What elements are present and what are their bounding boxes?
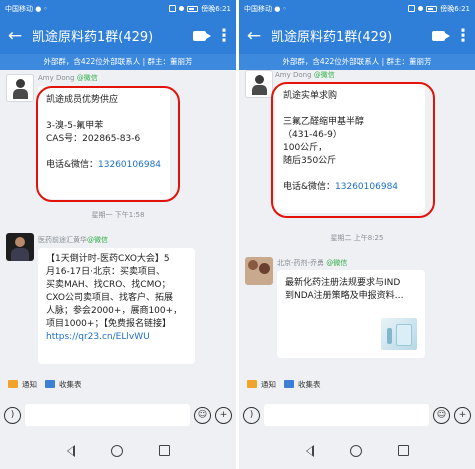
chat-toolbar: ← 凯途原料药1群(429) ⋮ [239, 17, 475, 54]
contact-line: 电话&微信：13260106984 [283, 182, 399, 192]
emoji-icon[interactable]: ☺ [433, 406, 450, 424]
nav-home-icon[interactable] [110, 444, 123, 457]
group-info-bar[interactable]: 外部群，含422位外部联系人 | 群主：董丽芳 [0, 54, 236, 70]
message-line: 三氟乙醛缩甲基半醇 [283, 117, 365, 127]
message-line: CAS号：202865-83-6 [46, 134, 141, 144]
message-bubble[interactable]: 【1天倒计时-医药CXO大会】5 月16-17日·北京：买卖项目、 买卖MAH、… [38, 248, 195, 364]
wifi-icon [179, 6, 185, 11]
time-separator: 星期二 上午8:25 [330, 234, 384, 242]
back-arrow-icon[interactable]: ← [0, 17, 30, 54]
voice-icon[interactable]: ) [243, 406, 260, 424]
nav-recents-icon[interactable] [158, 445, 170, 456]
screenshot-icon [169, 5, 177, 12]
phone-link[interactable]: 13260106984 [98, 160, 161, 170]
message-line: 100公斤， [283, 143, 328, 153]
message-line: 月16-17日·北京：买卖项目、 [46, 267, 166, 277]
video-call-icon[interactable] [186, 17, 212, 54]
card-title: 最新化药注册法规要求与IND 到NDA注册策略及申报资料… [285, 278, 404, 301]
chat-toolbar: ← 凯途原料药1群(429) ⋮ [0, 17, 236, 54]
input-bar: ) ☺ + [239, 400, 475, 430]
right-chat-screen: 中国移动 ● ◦ 傍晚6:21 ← 凯途原料药1群(429) ⋮ 外部群，含42… [239, 0, 475, 469]
message-line: 凯途实单求购 [283, 91, 338, 101]
status-bar: 中国移动 ● ◦ 傍晚6:21 [0, 0, 236, 17]
phone-link[interactable]: 13260106984 [335, 182, 398, 192]
nav-recents-icon[interactable] [397, 445, 409, 456]
message-line: 项目1000+；【免费报名链接】 [46, 319, 171, 329]
more-options-icon[interactable]: ⋮ [212, 17, 236, 54]
battery-icon [187, 5, 199, 12]
nav-back-icon[interactable] [66, 444, 75, 457]
nav-home-icon[interactable] [349, 444, 362, 457]
link-card[interactable]: 最新化药注册法规要求与IND 到NDA注册策略及申报资料… [277, 270, 425, 358]
wifi-icon [418, 6, 424, 11]
message-line: 凯途成员优势供应 [46, 95, 119, 105]
carrier-label: 中国移动 ● ◦ [5, 4, 48, 13]
system-nav-bar [239, 432, 475, 469]
battery-icon [426, 5, 438, 12]
form-icon [45, 380, 55, 388]
quick-actions-bar: 通知 收集表 [239, 373, 475, 395]
plus-icon[interactable]: + [454, 406, 471, 424]
message-input[interactable] [264, 404, 429, 426]
collect-form-button[interactable]: 收集表 [45, 379, 82, 390]
group-info-bar[interactable]: 外部群，含422位外部联系人 | 群主：董丽芳 [239, 54, 475, 70]
quick-actions-bar: 通知 收集表 [0, 373, 236, 395]
message-line: CXO公司卖项目、找客户、拓展 [46, 293, 173, 303]
message-line: （431-46-9） [283, 130, 342, 140]
sender-avatar[interactable] [6, 74, 34, 102]
sender-avatar[interactable] [245, 257, 273, 285]
status-bar: 中国移动 ● ◦ 傍晚6:21 [239, 0, 475, 17]
notice-button[interactable]: 通知 [8, 379, 37, 390]
voice-icon[interactable]: ) [4, 406, 21, 424]
group-title: 凯途原料药1群(429) [271, 30, 393, 45]
sender-avatar[interactable] [6, 233, 34, 261]
card-thumbnail [381, 318, 417, 350]
sender-name: Amy Dong @微信 [38, 74, 98, 82]
emoji-icon[interactable]: ☺ [194, 406, 211, 424]
plus-icon[interactable]: + [215, 406, 232, 424]
group-title: 凯途原料药1群(429) [32, 30, 154, 45]
more-options-icon[interactable]: ⋮ [451, 17, 475, 54]
left-chat-screen: 中国移动 ● ◦ 傍晚6:21 ← 凯途原料药1群(429) ⋮ 外部群，含42… [0, 0, 236, 469]
input-bar: ) ☺ + [0, 400, 236, 430]
carrier-label: 中国移动 ● ◦ [244, 4, 287, 13]
notice-button[interactable]: 通知 [247, 379, 276, 390]
clock-label: 傍晚6:21 [201, 4, 231, 13]
contact-line: 电话&微信：13260106984 [46, 160, 162, 170]
message-line: 【1天倒计时-医药CXO大会】5 [46, 254, 170, 264]
form-icon [284, 380, 294, 388]
speaker-icon [247, 380, 257, 388]
back-arrow-icon[interactable]: ← [239, 17, 269, 54]
sender-name: Amy Dong @微信 [275, 71, 335, 79]
message-line: 人脉；参会2000+，展商100+， [46, 306, 183, 316]
sender-name: 医药前途汇黄华@微信 [38, 236, 108, 244]
screenshot-icon [408, 5, 416, 12]
message-line: 随后350公斤 [283, 156, 337, 166]
sender-name: 北京-药剂-乔勇 @微信 [277, 259, 348, 267]
sender-avatar[interactable] [245, 70, 273, 98]
system-nav-bar [0, 432, 236, 469]
nav-back-icon[interactable] [305, 444, 314, 457]
message-line: 买卖MAH、找CRO、找CMO； [46, 280, 171, 290]
collect-form-button[interactable]: 收集表 [284, 379, 321, 390]
message-link[interactable]: https://qr23.cn/ELlvWU [46, 331, 187, 344]
clock-label: 傍晚6:21 [440, 4, 470, 13]
speaker-icon [8, 380, 18, 388]
video-call-icon[interactable] [425, 17, 451, 54]
time-separator: 星期一 下午1:58 [91, 211, 145, 219]
message-input[interactable] [25, 404, 190, 426]
message-bubble[interactable]: 凯途成员优势供应 3-溴-5-氟甲苯 CAS号：202865-83-6 电话&微… [38, 86, 170, 199]
message-bubble[interactable]: 凯途实单求购 三氟乙醛缩甲基半醇 （431-46-9） 100公斤， 随后350… [275, 84, 425, 213]
message-line: 3-溴-5-氟甲苯 [46, 121, 104, 131]
